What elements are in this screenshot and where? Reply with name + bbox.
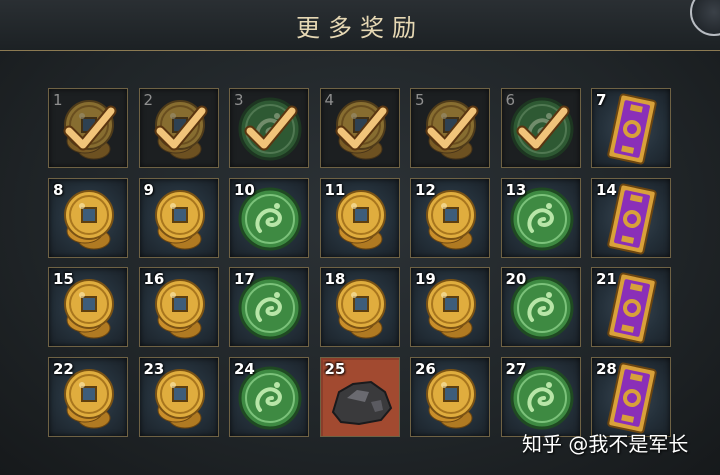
- slot-number: 26: [415, 359, 436, 378]
- reward-slot[interactable]: 3: [229, 88, 309, 168]
- reward-slot[interactable]: 9: [138, 177, 219, 258]
- reward-slot[interactable]: 5: [410, 88, 490, 168]
- slot-number: 2: [143, 91, 154, 109]
- reward-grid: 1 2 3 4 5 6 7 8 9 10 11 12 13 14 15 16 1…: [48, 88, 671, 437]
- slot-number: 19: [415, 270, 436, 288]
- reward-slot[interactable]: 17: [229, 267, 309, 347]
- slot-number: 25: [324, 359, 346, 378]
- reward-slot[interactable]: 22: [48, 356, 128, 437]
- reward-slot[interactable]: 25: [319, 356, 400, 437]
- slot-number: 24: [234, 359, 255, 378]
- slot-number: 23: [143, 359, 165, 378]
- slot-number: 9: [143, 180, 154, 199]
- rewards-panel: 更多奖励 1 2 3 4 5 6 7 8 9 10 11 12 13 14 15…: [0, 0, 720, 475]
- reward-slot[interactable]: 8: [48, 177, 128, 258]
- reward-slot[interactable]: 11: [319, 177, 400, 258]
- reward-slot[interactable]: 24: [229, 356, 309, 437]
- panel-header: 更多奖励: [0, 0, 720, 51]
- slot-number: 12: [415, 180, 436, 199]
- slot-number: 17: [234, 270, 255, 288]
- slot-number: 16: [143, 270, 165, 288]
- slot-number: 3: [234, 91, 244, 109]
- slot-number: 15: [53, 270, 74, 288]
- slot-number: 7: [596, 91, 607, 109]
- reward-slot[interactable]: 10: [229, 177, 309, 258]
- reward-slot[interactable]: 6: [500, 88, 581, 168]
- page-title: 更多奖励: [296, 14, 424, 42]
- slot-number: 27: [505, 359, 527, 378]
- slot-number: 18: [324, 270, 346, 288]
- reward-slot[interactable]: 20: [500, 267, 581, 347]
- reward-slot[interactable]: 15: [48, 267, 128, 347]
- slot-number: 22: [53, 359, 74, 378]
- slot-number: 4: [324, 91, 335, 109]
- reward-slot[interactable]: 14: [591, 177, 671, 258]
- slot-number: 28: [596, 359, 617, 378]
- reward-slot[interactable]: 26: [410, 356, 490, 437]
- reward-slot[interactable]: 12: [410, 177, 490, 258]
- reward-slot[interactable]: 21: [591, 267, 671, 347]
- slot-number: 8: [53, 180, 64, 199]
- slot-number: 20: [505, 270, 527, 288]
- slot-number: 6: [505, 91, 516, 109]
- reward-slot[interactable]: 1: [48, 88, 128, 168]
- slot-number: 21: [596, 270, 617, 288]
- reward-slot[interactable]: 28: [591, 356, 671, 437]
- slot-number: 10: [234, 180, 255, 199]
- watermark-text: 知乎 @我不是军长: [522, 432, 689, 456]
- slot-number: 1: [53, 91, 63, 109]
- reward-slot[interactable]: 7: [591, 88, 671, 168]
- slot-number: 13: [505, 180, 527, 199]
- slot-number: 11: [324, 180, 346, 199]
- reward-slot[interactable]: 18: [319, 267, 400, 347]
- reward-slot[interactable]: 4: [319, 88, 400, 168]
- reward-slot[interactable]: 23: [138, 356, 219, 437]
- slot-number: 14: [596, 180, 617, 199]
- reward-slot[interactable]: 13: [500, 177, 581, 258]
- reward-slot[interactable]: 16: [138, 267, 219, 347]
- reward-slot[interactable]: 19: [410, 267, 490, 347]
- reward-slot[interactable]: 27: [500, 356, 581, 437]
- reward-slot[interactable]: 2: [138, 88, 219, 168]
- slot-number: 5: [415, 91, 425, 109]
